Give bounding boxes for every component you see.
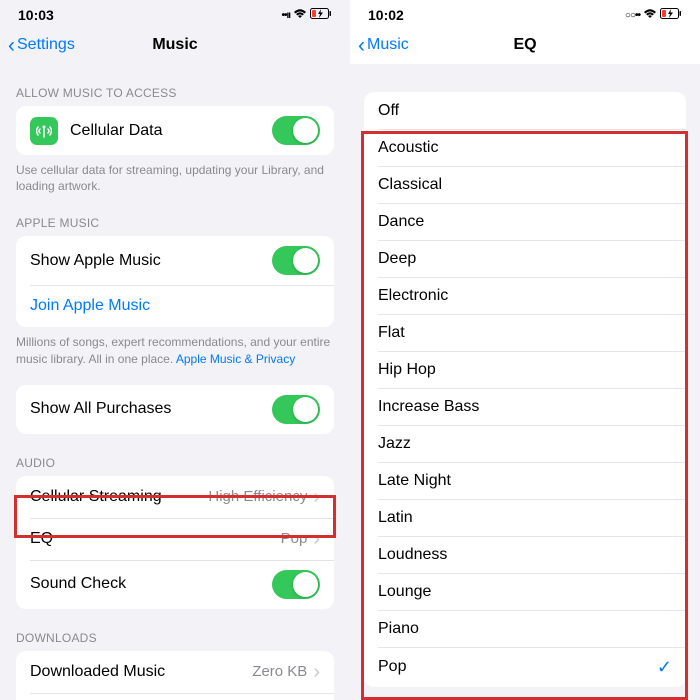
eq-option-label: Late Night [378,472,451,490]
nav-bar: ‹ Music EQ [350,26,700,64]
show-apple-music-toggle[interactable] [272,246,320,275]
cellular-footer: Use cellular data for streaming, updatin… [0,155,350,194]
section-header-audio: AUDIO [0,434,350,476]
back-label: Settings [17,36,75,54]
chevron-right-icon: › [313,487,320,507]
apple-music-footer: Millions of songs, expert recommendation… [0,327,350,366]
eq-option-list: Off Acoustic Classical Dance Deep Electronic F… [364,92,686,687]
eq-option-label: Off [378,102,399,120]
sound-check-row[interactable]: Sound Check [16,560,334,609]
sound-check-toggle[interactable] [272,570,320,599]
eq-option[interactable]: Loudness [364,536,686,573]
eq-option[interactable]: Latin [364,499,686,536]
chevron-right-icon: › [313,662,320,682]
eq-option-label: Electronic [378,287,448,305]
cellular-streaming-value: High Efficiency [208,488,307,505]
eq-option[interactable]: Piano [364,610,686,647]
show-apple-music-row[interactable]: Show Apple Music [16,236,334,285]
join-apple-music-label: Join Apple Music [30,297,320,315]
download-over-cellular-row[interactable]: Download over Cellular [16,693,334,700]
eq-option[interactable]: Jazz [364,425,686,462]
sound-check-label: Sound Check [30,575,272,593]
signal-icon: ○○•• [625,10,640,21]
status-indicators: ○○•• [625,8,682,22]
antenna-icon [30,117,58,145]
chevron-right-icon: › [313,529,320,549]
eq-option-label: Lounge [378,583,431,601]
eq-option-label: Acoustic [378,139,438,157]
cellular-data-toggle[interactable] [272,116,320,145]
eq-option[interactable]: Off [364,92,686,129]
status-time: 10:02 [368,7,404,23]
signal-icon: ••ıı [281,10,290,21]
chevron-left-icon: ‹ [358,35,365,56]
back-button[interactable]: ‹ Music [354,35,409,56]
show-all-purchases-toggle[interactable] [272,395,320,424]
status-bar: 10:02 ○○•• [350,4,700,26]
eq-option-label: Latin [378,509,413,527]
eq-option-label: Flat [378,324,405,342]
back-button[interactable]: ‹ Settings [4,35,75,56]
eq-option[interactable]: Deep [364,240,686,277]
show-all-purchases-row[interactable]: Show All Purchases [16,385,334,434]
battery-icon [310,8,332,22]
eq-option[interactable]: Dance [364,203,686,240]
eq-option-label: Increase Bass [378,398,479,416]
eq-option[interactable]: Increase Bass [364,388,686,425]
eq-option-label: Jazz [378,435,411,453]
eq-option[interactable]: Flat [364,314,686,351]
cellular-streaming-row[interactable]: Cellular Streaming High Efficiency › [16,476,334,518]
wifi-icon [643,8,657,22]
eq-option-label: Piano [378,620,419,638]
eq-label: EQ [30,530,281,548]
section-header-downloads: DOWNLOADS [0,609,350,651]
apple-music-privacy-link[interactable]: Apple Music & Privacy [176,352,295,366]
eq-value: Pop [281,530,308,547]
eq-option-label: Loudness [378,546,447,564]
battery-icon [660,8,682,22]
show-apple-music-label: Show Apple Music [30,252,272,270]
status-bar: 10:03 ••ıı [0,4,350,26]
downloaded-music-row[interactable]: Downloaded Music Zero KB › [16,651,334,693]
eq-row[interactable]: EQ Pop › [16,518,334,560]
eq-option-label: Hip Hop [378,361,436,379]
eq-option[interactable]: Lounge [364,573,686,610]
eq-option[interactable]: Acoustic [364,129,686,166]
status-indicators: ••ıı [281,8,332,22]
wifi-icon [293,8,307,22]
eq-option[interactable]: Classical [364,166,686,203]
section-header-apple-music: APPLE MUSIC [0,194,350,236]
cellular-data-label: Cellular Data [70,122,272,140]
eq-option-label: Deep [378,250,416,268]
join-apple-music-row[interactable]: Join Apple Music [16,285,334,327]
eq-option[interactable]: Hip Hop [364,351,686,388]
downloaded-music-value: Zero KB [252,663,307,680]
eq-option[interactable]: Pop ✓ [364,647,686,687]
nav-bar: ‹ Settings Music [0,26,350,64]
check-icon: ✓ [657,657,672,678]
eq-option[interactable]: Electronic [364,277,686,314]
cellular-streaming-label: Cellular Streaming [30,488,208,506]
eq-option-label: Pop [378,658,406,676]
eq-option[interactable]: Late Night [364,462,686,499]
back-label: Music [367,36,409,54]
downloaded-music-label: Downloaded Music [30,663,252,681]
status-time: 10:03 [18,7,54,23]
section-header-access: ALLOW MUSIC TO ACCESS [0,64,350,106]
show-all-purchases-label: Show All Purchases [30,400,272,418]
cellular-data-row[interactable]: Cellular Data [16,106,334,155]
eq-option-label: Classical [378,176,442,194]
chevron-left-icon: ‹ [8,35,15,56]
eq-option-label: Dance [378,213,424,231]
